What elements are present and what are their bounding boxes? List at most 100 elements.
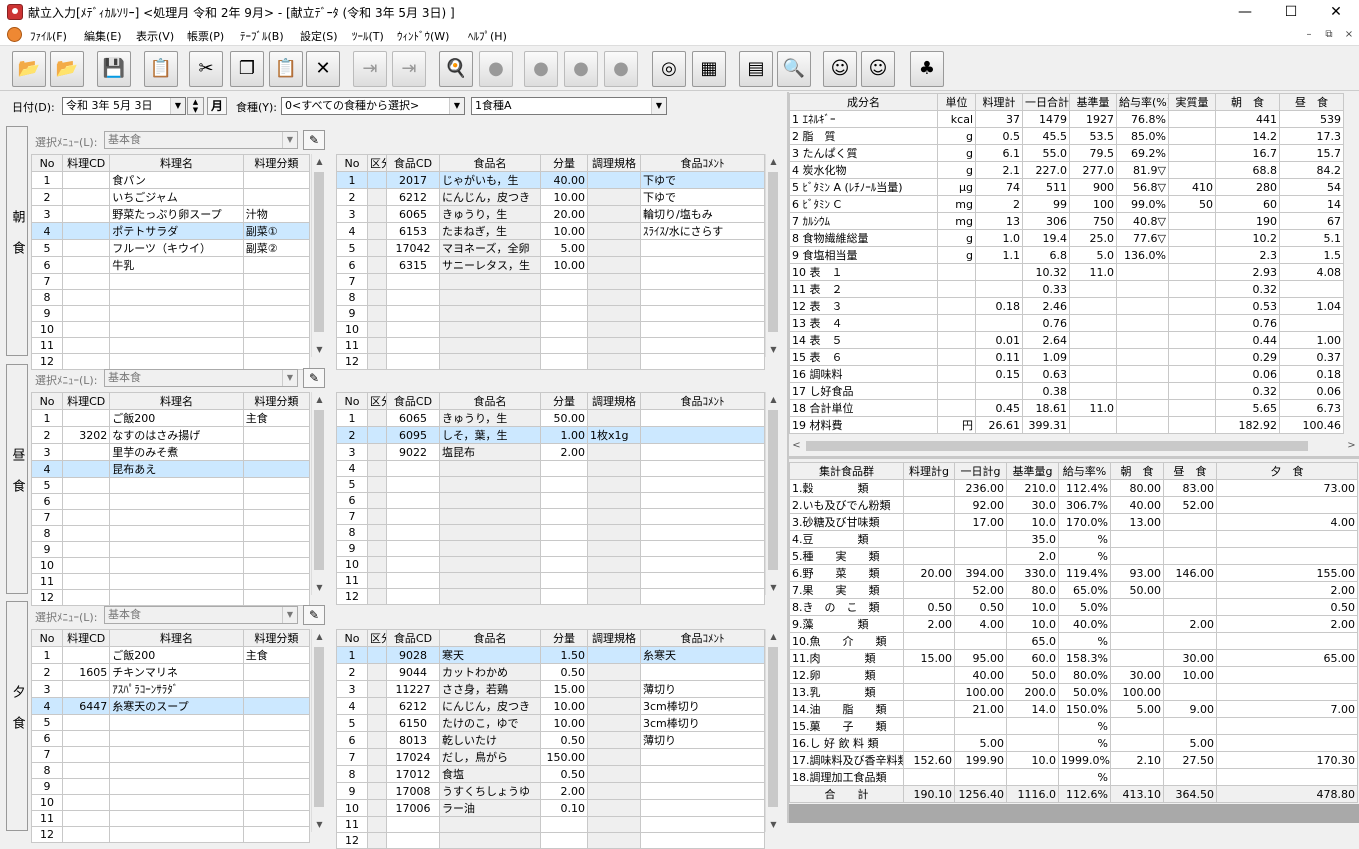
dish-cell[interactable] [62, 794, 111, 811]
food-cell[interactable]: 3cm棒切り [640, 714, 765, 732]
food-cell[interactable] [439, 289, 541, 306]
food-scrollbar[interactable]: ▲ ▼ [765, 392, 780, 595]
dish-cell[interactable] [242, 541, 311, 558]
dish-cell[interactable] [62, 305, 111, 322]
dish-cell[interactable] [242, 171, 311, 189]
food-cell[interactable] [540, 832, 588, 849]
dish-row[interactable]: 7 [30, 509, 311, 526]
food-header-3[interactable]: 食品名 [439, 154, 541, 172]
splitter-horizontal[interactable] [789, 456, 1359, 459]
food-header-5[interactable]: 調理規格 [587, 392, 641, 410]
food-cell[interactable]: 3 [336, 205, 368, 223]
dish-cell[interactable] [109, 714, 244, 731]
dish-cell[interactable]: 9 [30, 305, 64, 322]
food-cell[interactable] [640, 540, 765, 557]
scroll-down-icon[interactable]: ▼ [766, 342, 781, 357]
food-cell[interactable] [587, 256, 641, 274]
dish-row[interactable]: 4 ポテトサラダ 副菜① [30, 222, 311, 240]
people-123-icon[interactable]: ☺ [861, 51, 895, 87]
food-cell[interactable]: 下ゆで [640, 171, 765, 189]
food-cell[interactable]: 11 [336, 337, 368, 354]
dish-cell[interactable]: 昆布あえ [109, 460, 244, 478]
dish-cell[interactable] [109, 557, 244, 574]
mdi-close-icon[interactable]: × [1340, 28, 1358, 42]
dish-cell[interactable]: 主食 [242, 646, 311, 664]
dish-cell[interactable] [242, 460, 311, 478]
dish-row[interactable]: 8 [30, 762, 311, 779]
food-row[interactable]: 5 17042 マヨネーズ，全卵 5.00 [336, 239, 765, 257]
food-cell[interactable] [640, 409, 765, 427]
date-select[interactable]: 令和 3年 5月 3日 ▼ [62, 97, 186, 115]
dish-cell[interactable]: 牛乳 [109, 256, 244, 274]
dish-cell[interactable]: 汁物 [242, 205, 311, 223]
dish-header-3[interactable]: 料理分類 [242, 392, 311, 410]
food-cell[interactable]: 10 [336, 799, 368, 817]
food-cell[interactable] [640, 782, 765, 800]
food-cell[interactable] [367, 832, 387, 849]
food-cell[interactable] [367, 337, 387, 354]
dish-icon[interactable]: ● [479, 51, 513, 87]
scroll-up-icon[interactable]: ▲ [766, 392, 781, 407]
dish-cell[interactable] [62, 525, 111, 542]
food-cell[interactable] [540, 289, 588, 306]
food-cell[interactable]: にんじん，皮つき [439, 188, 541, 206]
dish-cell[interactable] [62, 460, 111, 478]
food-row[interactable]: 6 [336, 492, 765, 509]
food-cell[interactable] [640, 663, 765, 681]
dish-row[interactable]: 10 [30, 557, 311, 574]
dish-cell[interactable]: 12 [30, 826, 64, 843]
food-row[interactable]: 12 [336, 832, 765, 849]
food-row[interactable]: 1 9028 寒天 1.50 糸寒天 [336, 646, 765, 664]
dish-cell[interactable] [242, 443, 311, 461]
food-cell[interactable]: 7 [336, 748, 368, 766]
group-header-4[interactable]: 給与率% [1058, 462, 1111, 480]
food-cell[interactable] [587, 816, 641, 833]
nutrient-hscrollbar[interactable]: < > [789, 438, 1359, 454]
dish-cell[interactable] [242, 794, 311, 811]
food-cell[interactable] [540, 508, 588, 525]
food-cell[interactable]: 9022 [386, 443, 440, 461]
group-header-7[interactable]: 夕 食 [1216, 462, 1358, 480]
dish-cell[interactable] [62, 778, 111, 795]
food-cell[interactable]: 10.00 [540, 256, 588, 274]
food-cell[interactable] [367, 205, 387, 223]
food-cell[interactable]: 糸寒天 [640, 646, 765, 664]
food-cell[interactable] [587, 460, 641, 477]
food-cell[interactable] [367, 646, 387, 664]
dish-row[interactable]: 2 3202 なすのはさみ揚げ [30, 426, 311, 444]
food-cell[interactable] [367, 443, 387, 461]
food-row[interactable]: 9 [336, 540, 765, 557]
food-cell[interactable] [640, 321, 765, 338]
food-cell[interactable] [367, 409, 387, 427]
dish-cell[interactable] [242, 697, 311, 715]
food-cell[interactable] [587, 832, 641, 849]
nutrient-header-4[interactable]: 基準量 [1069, 93, 1117, 111]
food-cell[interactable]: 9 [336, 305, 368, 322]
food-cell[interactable]: 8013 [386, 731, 440, 749]
dish-cell[interactable] [62, 493, 111, 510]
food-cell[interactable] [367, 748, 387, 766]
food-cell[interactable]: 6065 [386, 409, 440, 427]
food-cell[interactable] [587, 337, 641, 354]
food-cell[interactable] [640, 239, 765, 257]
food-row[interactable]: 3 11227 ささ身，若鶏 15.00 薄切り [336, 680, 765, 698]
scroll-up-icon[interactable]: ▲ [766, 154, 781, 169]
food-cell[interactable] [540, 572, 588, 589]
food-cell[interactable]: 11227 [386, 680, 440, 698]
dish-row[interactable]: 7 [30, 746, 311, 763]
dish-row[interactable]: 9 [30, 778, 311, 795]
dish-cell[interactable] [242, 714, 311, 731]
food-cell[interactable]: 2017 [386, 171, 440, 189]
food-cell[interactable]: 10 [336, 556, 368, 573]
food-cell[interactable] [587, 321, 641, 338]
food-cell[interactable] [640, 426, 765, 444]
dish-cell[interactable] [242, 762, 311, 779]
dish-row[interactable]: 12 [30, 826, 311, 843]
mdi-restore-icon[interactable]: ⧉ [1320, 28, 1338, 42]
dish-header-3[interactable]: 料理分類 [242, 154, 311, 172]
dish-cell[interactable]: ポテトサラダ [109, 222, 244, 240]
food-cell[interactable] [587, 239, 641, 257]
dish-cell[interactable] [62, 477, 111, 494]
dish-header-2[interactable]: 料理名 [109, 392, 244, 410]
food-cell[interactable]: 塩昆布 [439, 443, 541, 461]
